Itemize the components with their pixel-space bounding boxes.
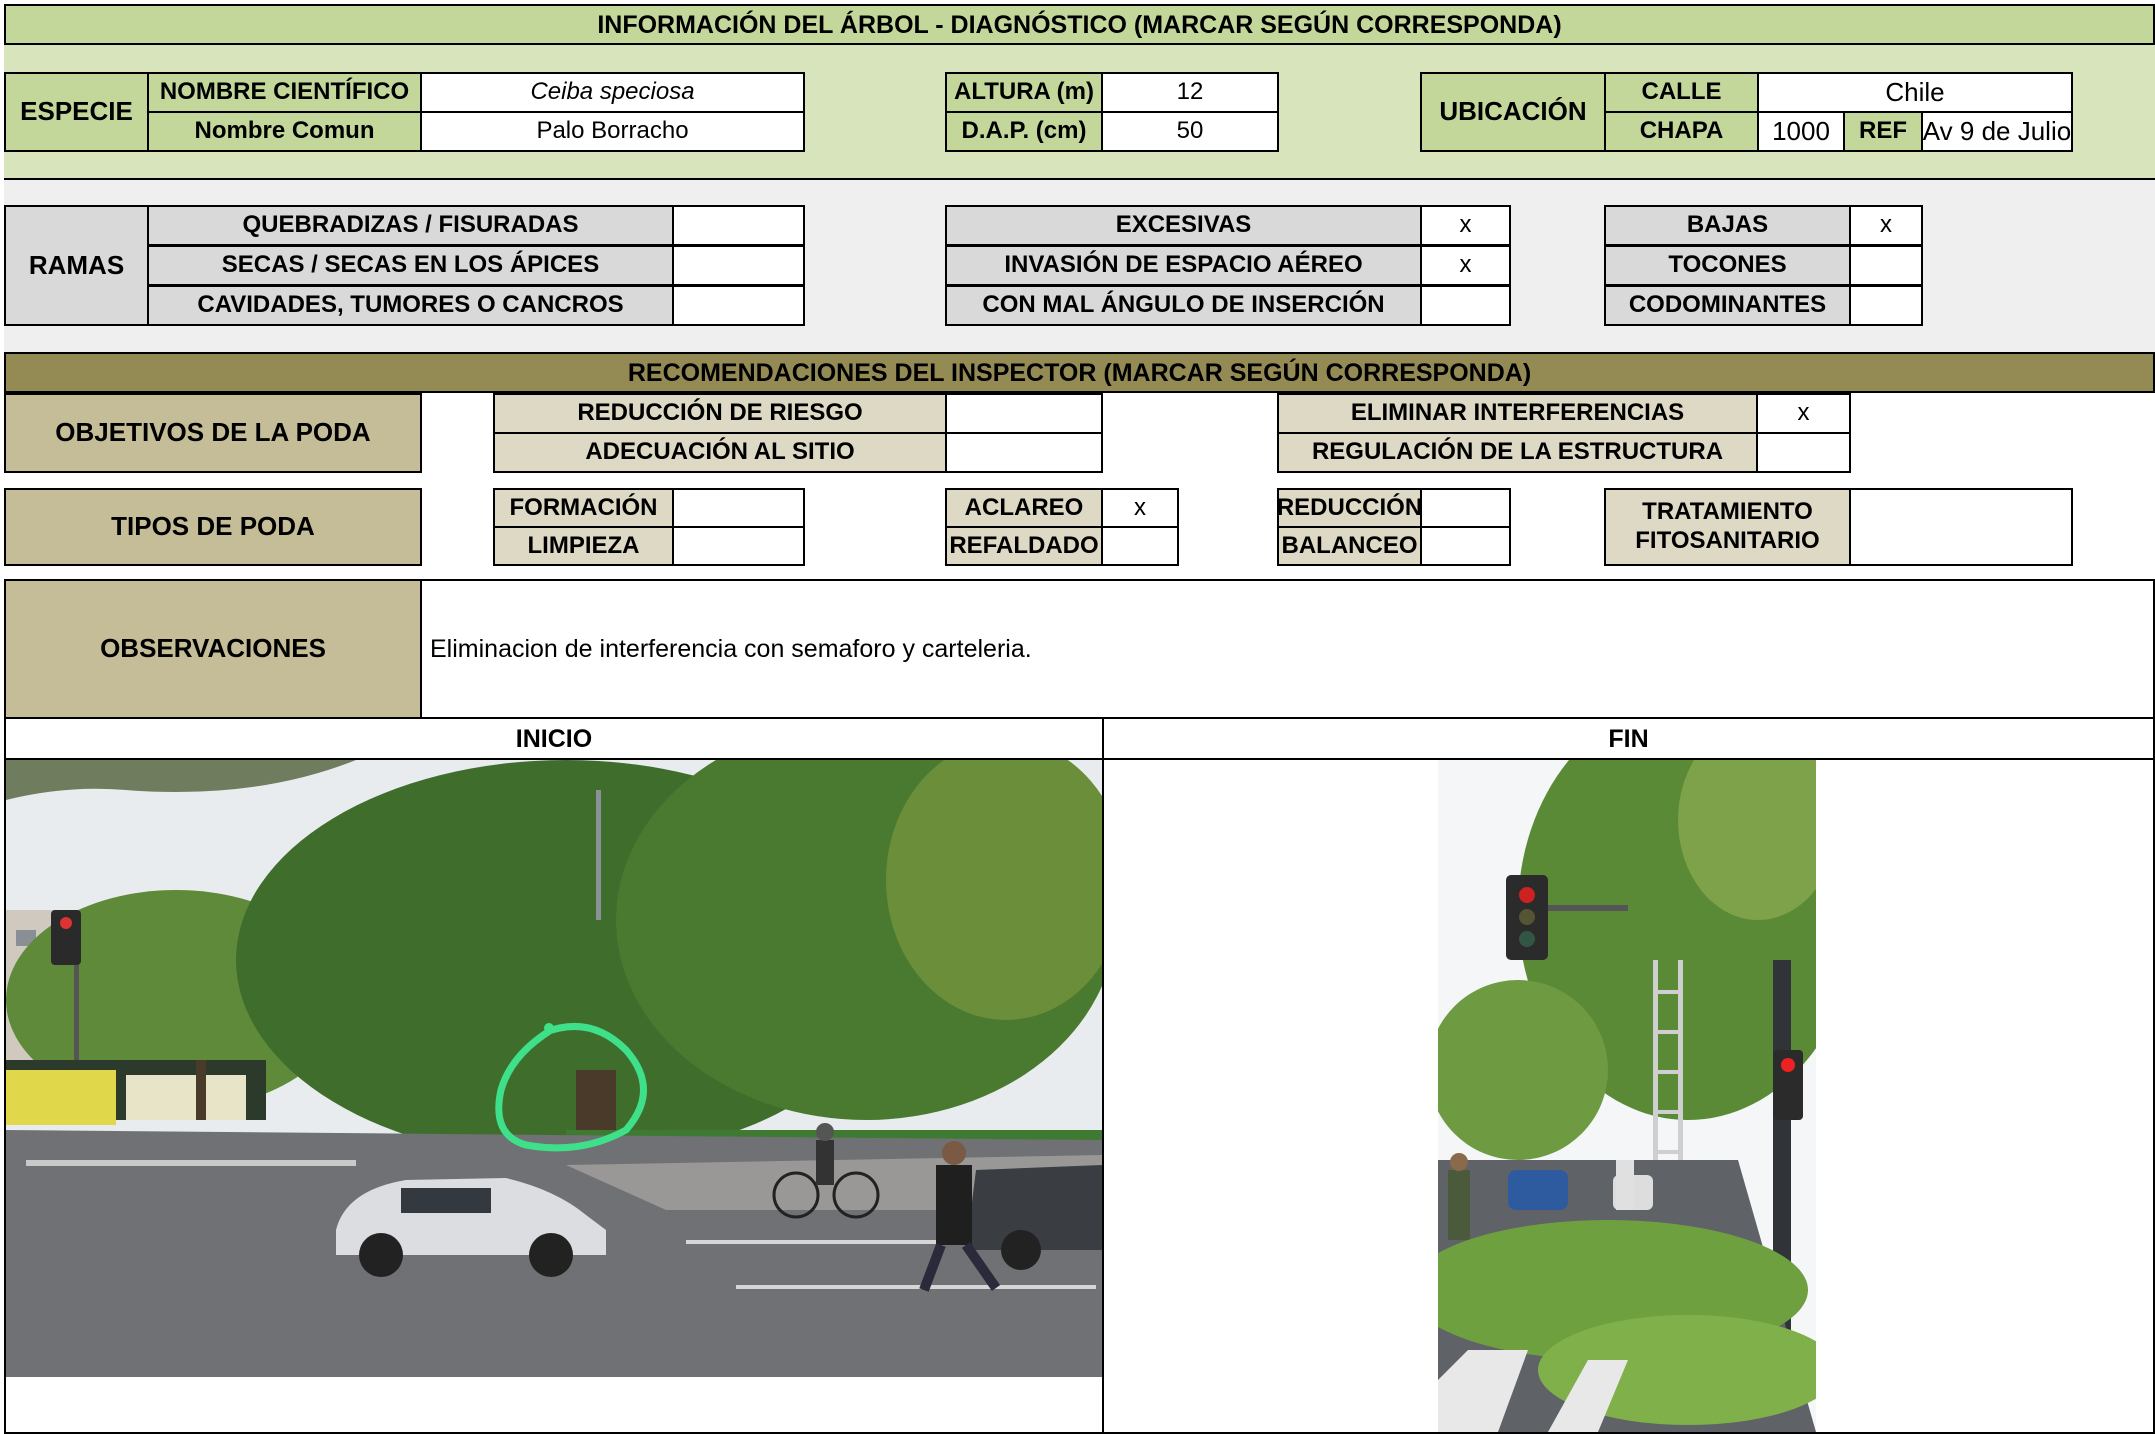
objetivos-label: OBJETIVOS DE LA PODA (4, 393, 422, 473)
nombre-comun-value[interactable]: Palo Borracho (420, 111, 805, 152)
inicio-header: INICIO (4, 717, 1104, 760)
nombre-cientifico-label: NOMBRE CIENTÍFICO (147, 72, 422, 113)
tipo-aclareo-checkbox[interactable]: x (1101, 488, 1179, 528)
ramas-mal-angulo-label: CON MAL ÁNGULO DE INSERCIÓN (945, 285, 1422, 326)
objetivo-adecuacion-label: ADECUACIÓN AL SITIO (493, 432, 947, 473)
ramas-excesivas-checkbox[interactable]: x (1420, 205, 1511, 246)
ramas-bajas-checkbox[interactable]: x (1849, 205, 1923, 246)
nombre-comun-label: Nombre Comun (147, 111, 422, 152)
objetivo-regulacion-checkbox[interactable] (1756, 432, 1851, 473)
inicio-photo (6, 760, 1102, 1377)
nombre-cientifico-value[interactable]: Ceiba speciosa (420, 72, 805, 113)
calle-label: CALLE (1604, 72, 1759, 113)
tipo-balanceo-checkbox[interactable] (1420, 526, 1511, 566)
observaciones-label: OBSERVACIONES (4, 579, 422, 719)
ramas-codominantes-checkbox[interactable] (1849, 285, 1923, 326)
dap-value[interactable]: 50 (1101, 111, 1279, 152)
objetivo-eliminar-interferencias-label: ELIMINAR INTERFERENCIAS (1277, 393, 1758, 434)
ramas-secas-checkbox[interactable] (672, 245, 805, 286)
ubicacion-label: UBICACIÓN (1420, 72, 1606, 152)
ramas-excesivas-label: EXCESIVAS (945, 205, 1422, 246)
ramas-bajas-label: BAJAS (1604, 205, 1851, 246)
recomendaciones-title: RECOMENDACIONES DEL INSPECTOR (MARCAR SE… (4, 352, 2155, 393)
ramas-secas-label: SECAS / SECAS EN LOS ÁPICES (147, 245, 674, 286)
ramas-quebradizas-checkbox[interactable] (672, 205, 805, 246)
objetivo-eliminar-interferencias-checkbox[interactable]: x (1756, 393, 1851, 434)
objetivo-regulacion-label: REGULACIÓN DE LA ESTRUCTURA (1277, 432, 1758, 473)
ramas-label: RAMAS (4, 205, 149, 326)
objetivo-reduccion-riesgo-checkbox[interactable] (945, 393, 1103, 434)
tipo-limpieza-checkbox[interactable] (672, 526, 805, 566)
ramas-mal-angulo-checkbox[interactable] (1420, 285, 1511, 326)
ramas-invasion-label: INVASIÓN DE ESPACIO AÉREO (945, 245, 1422, 286)
altura-label: ALTURA (m) (945, 72, 1103, 113)
tipo-formacion-checkbox[interactable] (672, 488, 805, 528)
tipo-refaldado-label: REFALDADO (945, 526, 1103, 566)
altura-value[interactable]: 12 (1101, 72, 1279, 113)
dap-label: D.A.P. (cm) (945, 111, 1103, 152)
tratamiento-fitosanitario-label: TRATAMIENTO FITOSANITARIO (1604, 488, 1851, 566)
observaciones-text[interactable]: Eliminacion de interferencia con semafor… (420, 579, 2155, 719)
tipo-formacion-label: FORMACIÓN (493, 488, 674, 528)
objetivo-adecuacion-checkbox[interactable] (945, 432, 1103, 473)
tipo-refaldado-checkbox[interactable] (1101, 526, 1179, 566)
tipo-balanceo-label: BALANCEO (1277, 526, 1422, 566)
tipo-aclareo-label: ACLAREO (945, 488, 1103, 528)
tipo-limpieza-label: LIMPIEZA (493, 526, 674, 566)
tipo-reduccion-label: REDUCCIÓN (1277, 488, 1422, 528)
tipo-reduccion-checkbox[interactable] (1420, 488, 1511, 528)
ref-value[interactable]: Av 9 de Julio (1921, 111, 2073, 152)
calle-value[interactable]: Chile (1757, 72, 2073, 113)
ramas-cavidades-checkbox[interactable] (672, 285, 805, 326)
ramas-codominantes-label: CODOMINANTES (1604, 285, 1851, 326)
especie-label: ESPECIE (4, 72, 149, 152)
ramas-quebradizas-label: QUEBRADIZAS / FISURADAS (147, 205, 674, 246)
page-title: INFORMACIÓN DEL ÁRBOL - DIAGNÓSTICO (MAR… (4, 4, 2155, 45)
ref-label: REF (1843, 111, 1923, 152)
ramas-invasion-checkbox[interactable]: x (1420, 245, 1511, 286)
ramas-cavidades-label: CAVIDADES, TUMORES O CANCROS (147, 285, 674, 326)
tratamiento-label-line2: FITOSANITARIO (1635, 527, 1820, 554)
tipos-label: TIPOS DE PODA (4, 488, 422, 566)
objetivo-reduccion-riesgo-label: REDUCCIÓN DE RIESGO (493, 393, 947, 434)
fin-photo (1438, 760, 1816, 1432)
ramas-tocones-checkbox[interactable] (1849, 245, 1923, 286)
tratamiento-fitosanitario-value[interactable] (1849, 488, 2073, 566)
fin-header: FIN (1102, 717, 2155, 760)
chapa-value[interactable]: 1000 (1757, 111, 1845, 152)
tratamiento-label-line1: TRATAMIENTO (1642, 498, 1813, 526)
ramas-tocones-label: TOCONES (1604, 245, 1851, 286)
chapa-label: CHAPA (1604, 111, 1759, 152)
